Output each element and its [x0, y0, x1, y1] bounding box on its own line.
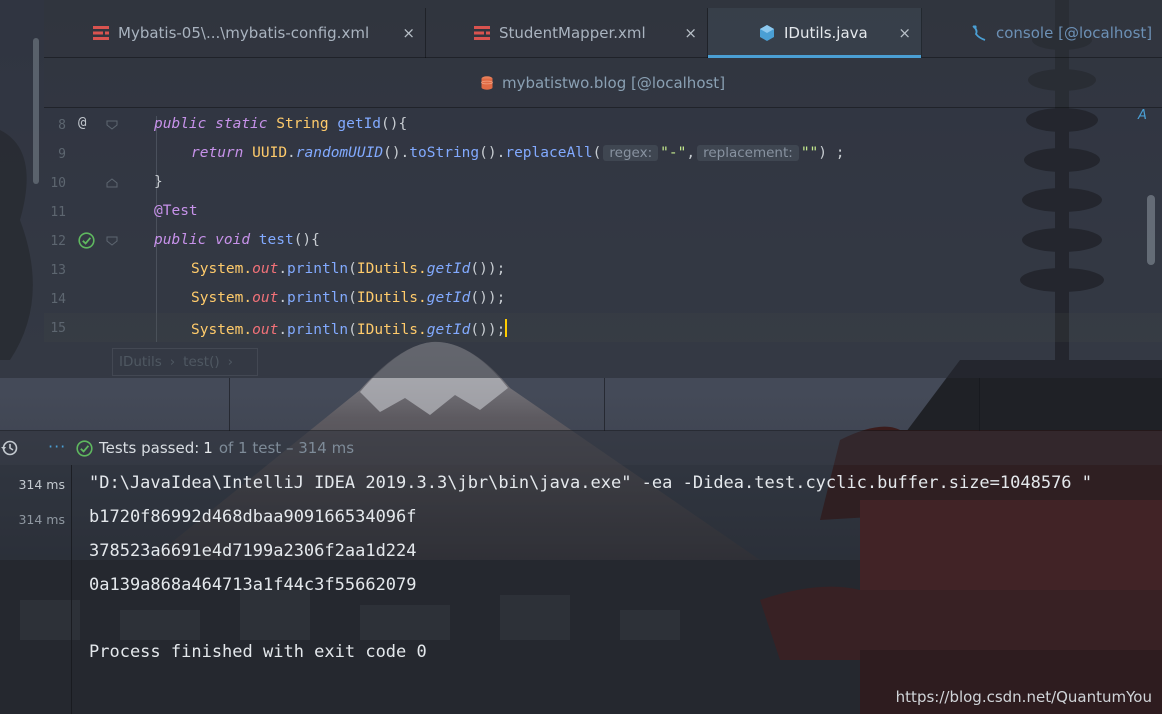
- breadcrumb[interactable]: IDutils › test() ›: [112, 348, 258, 376]
- close-icon[interactable]: ×: [684, 24, 697, 42]
- code-text: System.out.println(IDutils.getId());: [191, 290, 506, 306]
- tab-console[interactable]: console [@localhost]: [922, 8, 1162, 58]
- line-number: 10: [50, 176, 66, 191]
- reader-mode-icon[interactable]: A: [1138, 108, 1147, 123]
- code-text: System.out.println(IDutils.getId());: [191, 261, 506, 277]
- timing-column: 314 ms 314 ms: [0, 465, 72, 714]
- code-line[interactable]: 12 public void test(){: [44, 226, 1162, 255]
- datasource-label: mybatistwo.blog [@localhost]: [501, 73, 726, 92]
- status-detail: of 1 test – 314 ms: [218, 439, 355, 457]
- breadcrumb-item[interactable]: IDutils: [119, 354, 162, 370]
- datasource-bar[interactable]: mybatistwo.blog [@localhost]: [44, 58, 1162, 108]
- database-icon: [481, 75, 493, 90]
- breadcrumb-separator: ›: [227, 354, 234, 370]
- close-icon[interactable]: ×: [402, 24, 415, 42]
- code-text: System.out.println(IDutils.getId());: [191, 319, 508, 338]
- splitter[interactable]: [604, 378, 605, 431]
- code-line[interactable]: 8 @ public static String getId(){: [44, 110, 1162, 139]
- run-toolbar: ··· Tests passed: 1 of 1 test – 314 ms: [0, 431, 1162, 465]
- breadcrumb-separator: ›: [169, 354, 176, 370]
- line-number: 9: [58, 147, 66, 162]
- more-options-icon[interactable]: ···: [48, 437, 66, 456]
- editor-tab-bar: Mybatis-05\...\mybatis-config.xml × Stud…: [44, 0, 1162, 58]
- breadcrumb-item[interactable]: test(): [183, 354, 219, 370]
- tab-idutils[interactable]: IDutils.java ×: [708, 8, 922, 58]
- panel-splitter-row: [0, 378, 1162, 431]
- check-circle-icon: [76, 439, 93, 457]
- fold-icon[interactable]: [106, 120, 118, 130]
- xml-icon: [92, 24, 110, 42]
- duration-label: 314 ms: [18, 477, 65, 492]
- parameter-hint: regex:: [603, 145, 659, 161]
- console-line: "D:\JavaIdea\IntelliJ IDEA 2019.3.3\jbr\…: [89, 473, 1093, 493]
- fold-icon[interactable]: [106, 178, 118, 188]
- fold-icon[interactable]: [106, 236, 118, 246]
- code-line[interactable]: 9 return UUID.randomUUID().toString().re…: [44, 139, 1162, 168]
- code-line[interactable]: 10 }: [44, 168, 1162, 197]
- line-number: 13: [50, 263, 66, 278]
- code-line-current[interactable]: 15 System.out.println(IDutils.getId());: [44, 313, 1162, 342]
- console-line: 378523a6691e4d7199a2306f2aa1d224: [89, 541, 417, 561]
- left-scrollbar[interactable]: [33, 38, 39, 184]
- tab-label: IDutils.java: [784, 24, 868, 42]
- editor-scrollbar-thumb[interactable]: [1147, 195, 1155, 265]
- line-number: 12: [50, 234, 66, 249]
- watermark-text: https://blog.csdn.net/QuantumYou: [895, 688, 1152, 706]
- override-at-icon[interactable]: @: [78, 115, 95, 132]
- run-test-passed-icon[interactable]: [78, 232, 95, 249]
- splitter[interactable]: [979, 378, 980, 431]
- code-text: public static String getId(){: [154, 116, 408, 132]
- line-number: 11: [50, 205, 66, 220]
- duration-label: 314 ms: [18, 512, 65, 527]
- parameter-hint: replacement:: [697, 145, 799, 161]
- tab-student-mapper[interactable]: StudentMapper.xml ×: [426, 8, 708, 58]
- test-status: Tests passed: 1 of 1 test – 314 ms: [76, 439, 354, 457]
- code-line[interactable]: 13 System.out.println(IDutils.getId());: [44, 255, 1162, 284]
- text-caret: [505, 319, 508, 337]
- close-icon[interactable]: ×: [898, 24, 911, 42]
- status-label: Tests passed:: [99, 439, 200, 457]
- console-icon: [970, 24, 988, 42]
- console-output[interactable]: 314 ms 314 ms "D:\JavaIdea\IntelliJ IDEA…: [0, 465, 1162, 714]
- tab-label: console [@localhost]: [996, 24, 1153, 42]
- console-line: 0a139a868a464713a1f44c3f55662079: [89, 575, 417, 595]
- annotation-text: @Test: [154, 203, 198, 219]
- code-editor[interactable]: 8 @ public static String getId(){ 9 retu…: [44, 108, 1162, 378]
- line-number: 15: [50, 321, 66, 336]
- status-count: 1: [203, 439, 213, 457]
- code-text: }: [154, 174, 163, 190]
- console-line: Process finished with exit code 0: [89, 642, 427, 662]
- tab-label: StudentMapper.xml: [499, 24, 646, 42]
- code-line[interactable]: 11 @Test: [44, 197, 1162, 226]
- tab-mybatis-config[interactable]: Mybatis-05\...\mybatis-config.xml ×: [44, 8, 426, 58]
- tab-label: Mybatis-05\...\mybatis-config.xml: [118, 24, 370, 42]
- code-text: return UUID.randomUUID().toString().repl…: [191, 145, 845, 161]
- history-icon[interactable]: [0, 438, 20, 458]
- line-number: 14: [50, 292, 66, 307]
- console-line: b1720f86992d468dbaa909166534096f: [89, 507, 417, 527]
- java-class-icon: [758, 24, 776, 42]
- code-line[interactable]: 14 System.out.println(IDutils.getId());: [44, 284, 1162, 313]
- splitter[interactable]: [229, 378, 230, 431]
- left-tool-strip: [0, 0, 44, 378]
- code-text: public void test(){: [154, 232, 320, 248]
- xml-icon: [473, 24, 491, 42]
- line-number: 8: [58, 118, 66, 133]
